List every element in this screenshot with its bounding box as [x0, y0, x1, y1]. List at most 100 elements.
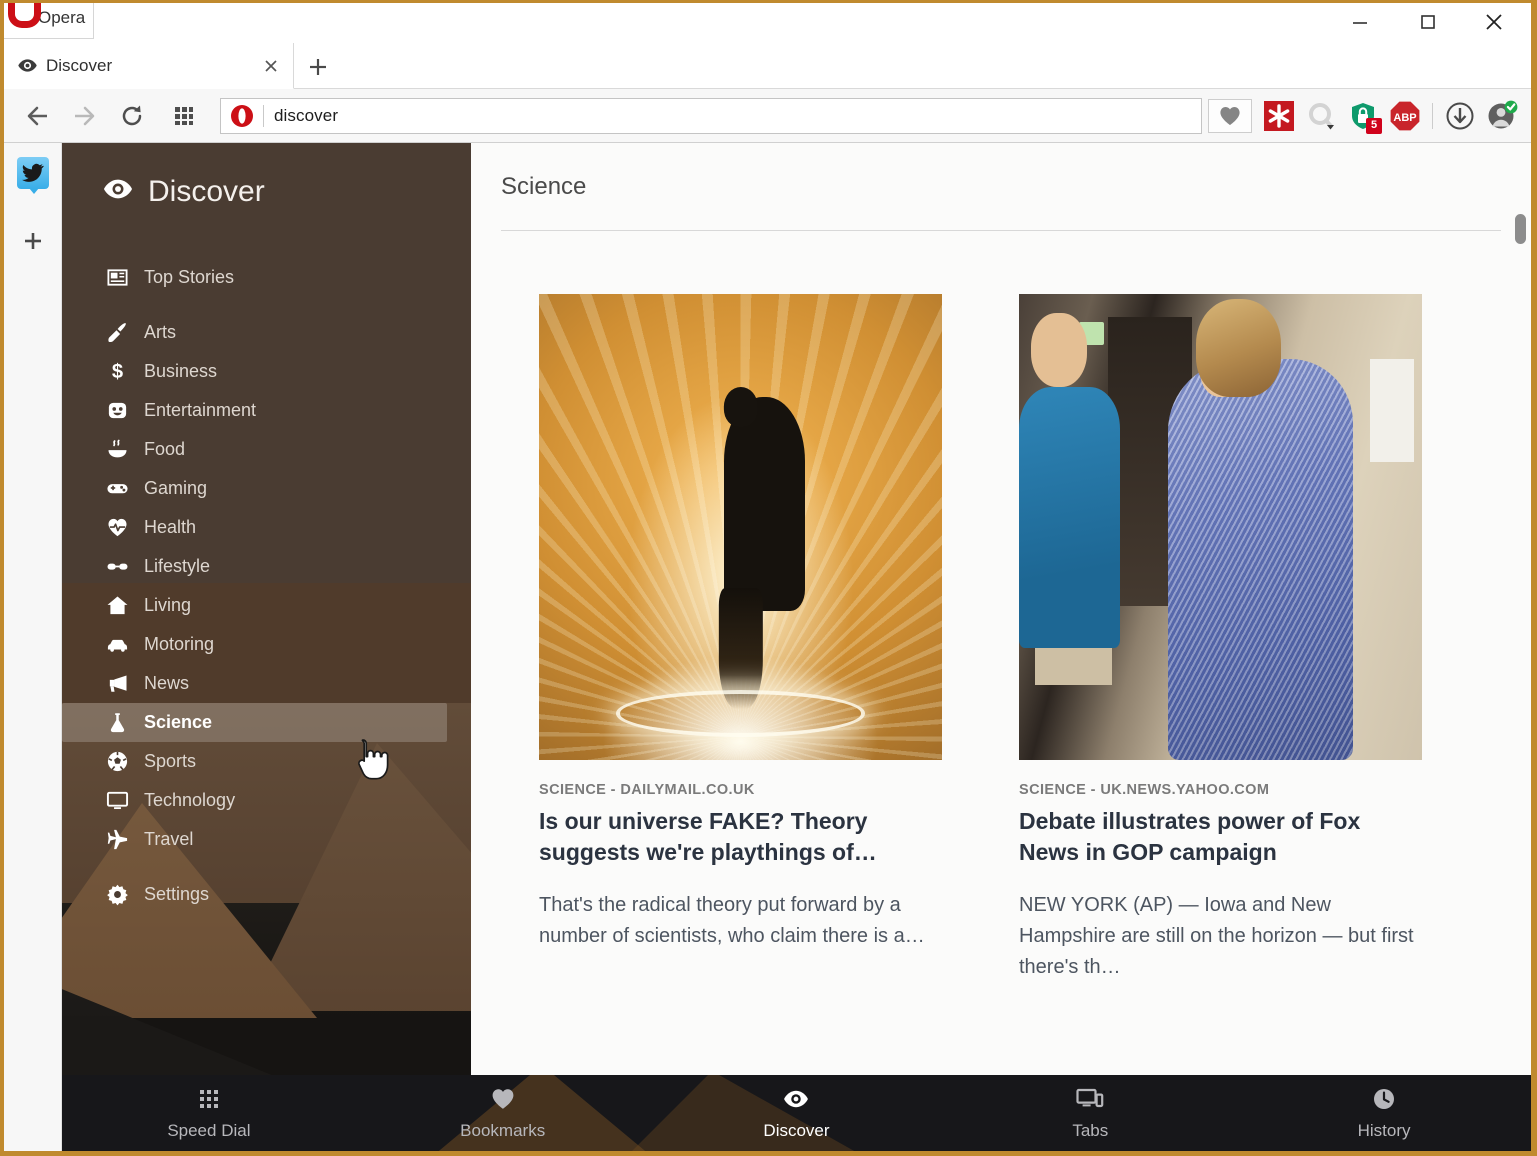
flask-icon — [102, 710, 132, 736]
close-button[interactable] — [1471, 3, 1517, 41]
back-arrow-icon[interactable] — [16, 94, 60, 138]
monitor-icon — [102, 788, 132, 814]
adblock-plus-icon[interactable]: ABP — [1384, 94, 1426, 138]
sidebar-item-living[interactable]: Living — [62, 586, 447, 625]
bottom-nav-bookmarks[interactable]: Bookmarks — [356, 1075, 650, 1151]
discover-content-pane: Science SCIENCE - DAILYMAIL.CO.UK Is our… — [471, 143, 1531, 1151]
title-bar: Opera — [4, 3, 1531, 72]
story-excerpt: That's the radical theory put forward by… — [539, 894, 925, 947]
extension-sidebar-rail — [4, 143, 62, 1151]
add-extension-button[interactable] — [17, 225, 49, 257]
sidebar-item-arts[interactable]: Arts — [62, 313, 447, 352]
address-bar[interactable]: discover — [220, 97, 1202, 134]
story-headline[interactable]: Is our universe FAKE? Theory suggests we… — [539, 806, 942, 868]
sidebar-item-gaming[interactable]: Gaming — [62, 469, 447, 508]
sidebar-item-label: Motoring — [144, 634, 215, 654]
bottom-nav-label: Discover — [763, 1120, 830, 1140]
bottom-nav-label: Speed Dial — [167, 1120, 251, 1140]
sidebar-item-settings[interactable]: Settings — [62, 875, 447, 914]
sidebar-item-technology[interactable]: Technology — [62, 781, 447, 820]
story-card[interactable]: SCIENCE - UK.NEWS.YAHOO.COM Debate illus… — [1019, 294, 1422, 983]
sidebar-item-label: Health — [144, 517, 197, 537]
sidebar-item-entertainment[interactable]: Entertainment — [62, 391, 447, 430]
profile-verified-icon[interactable] — [1481, 94, 1523, 138]
sidebar-item-health[interactable]: Health — [62, 508, 447, 547]
red-asterisk-icon[interactable] — [1258, 94, 1300, 138]
sidebar-item-top-stories[interactable]: Top Stories — [62, 258, 447, 297]
sidebar-item-lifestyle[interactable]: Lifestyle — [62, 547, 447, 586]
story-thumbnail-hallway[interactable] — [1019, 294, 1422, 760]
house-icon — [102, 593, 132, 619]
tab-close-button[interactable] — [259, 54, 283, 78]
sidebar-item-sports[interactable]: Sports — [62, 742, 447, 781]
bottom-nav-discover[interactable]: Discover — [650, 1075, 944, 1151]
discover-sidebar-title: Discover — [148, 174, 265, 208]
tab-title: Discover — [46, 55, 113, 75]
sidebar-item-label: Gaming — [144, 478, 208, 498]
maximize-button[interactable] — [1405, 3, 1451, 41]
heart-icon[interactable] — [1208, 98, 1252, 133]
sidebar-item-motoring[interactable]: Motoring — [62, 625, 447, 664]
bottom-nav-label: Tabs — [1072, 1120, 1109, 1140]
megaphone-icon — [102, 671, 132, 697]
green-padlock-icon[interactable]: 5 — [1342, 94, 1384, 138]
new-tab-button[interactable] — [302, 51, 334, 83]
toolbar-separator — [1432, 102, 1433, 129]
discover-sidebar-header: Discover — [62, 143, 471, 210]
download-arrow-icon[interactable] — [1439, 94, 1481, 138]
sidebar-item-label: Lifestyle — [144, 556, 211, 576]
sidebar-item-label: Living — [144, 595, 192, 615]
scrollbar-thumb[interactable] — [1515, 214, 1526, 244]
svg-text:ABP: ABP — [1393, 112, 1416, 124]
opera-o-icon — [229, 103, 255, 129]
navigation-toolbar: discover 5 ABP — [4, 89, 1531, 143]
bottom-nav-label: History — [1357, 1120, 1411, 1140]
dollar-sign-icon: $ — [102, 359, 132, 385]
story-headline[interactable]: Debate illustrates power of Fox News in … — [1019, 806, 1422, 868]
opera-window-frame: Opera Discover discover 5 ABP Discover T… — [0, 0, 1537, 1156]
eye-icon — [102, 173, 134, 210]
tab-discover[interactable]: Discover — [4, 43, 294, 89]
heart-icon — [490, 1086, 516, 1112]
forward-arrow-icon[interactable] — [62, 94, 106, 138]
soup-bowl-icon — [102, 437, 132, 463]
sunglasses-icon — [102, 554, 132, 580]
discover-category-list: Top Stories Arts $ Business Entertainmen… — [62, 258, 471, 914]
search-magnifier-icon[interactable] — [1300, 94, 1342, 138]
page-body: Discover Top Stories Arts $ Business Ent… — [4, 143, 1531, 1151]
sidebar-item-business[interactable]: $ Business — [62, 352, 447, 391]
theater-mask-icon — [102, 398, 132, 424]
heart-pulse-icon — [102, 515, 132, 541]
gear-icon — [102, 882, 132, 908]
svg-text:$: $ — [111, 361, 122, 383]
minimize-button[interactable] — [1337, 3, 1383, 41]
reload-icon[interactable] — [110, 94, 154, 138]
car-icon — [102, 632, 132, 658]
clock-icon — [1372, 1086, 1396, 1112]
paintbrush-icon — [102, 320, 132, 346]
airplane-icon — [102, 827, 132, 853]
grid-dots-icon — [197, 1086, 221, 1112]
bottom-nav-history[interactable]: History — [1237, 1075, 1531, 1151]
opera-app-badge: Opera — [4, 3, 94, 39]
sidebar-item-label: News — [144, 673, 190, 693]
padlock-badge-count: 5 — [1366, 117, 1382, 134]
sidebar-item-label: Arts — [144, 322, 177, 342]
story-card[interactable]: SCIENCE - DAILYMAIL.CO.UK Is our univers… — [539, 294, 942, 983]
monitor-phone-icon — [1076, 1086, 1104, 1112]
bottom-nav-speed-dial[interactable]: Speed Dial — [62, 1075, 356, 1151]
bottom-nav-tabs[interactable]: Tabs — [943, 1075, 1237, 1151]
story-thumbnail-golden-portal[interactable] — [539, 294, 942, 760]
eye-icon — [783, 1086, 809, 1112]
sidebar-item-news[interactable]: News — [62, 664, 447, 703]
sidebar-item-label: Food — [144, 439, 186, 459]
sidebar-item-science[interactable]: Science — [62, 703, 447, 742]
sidebar-item-label: Entertainment — [144, 400, 257, 420]
page-title: Science — [501, 173, 587, 200]
twitter-bird-icon[interactable] — [16, 157, 49, 194]
sidebar-item-travel[interactable]: Travel — [62, 820, 447, 859]
content-scrollbar[interactable] — [1515, 151, 1527, 1143]
speed-dial-grid-icon[interactable] — [162, 94, 206, 138]
sidebar-item-food[interactable]: Food — [62, 430, 447, 469]
address-input-value[interactable]: discover — [274, 106, 338, 126]
